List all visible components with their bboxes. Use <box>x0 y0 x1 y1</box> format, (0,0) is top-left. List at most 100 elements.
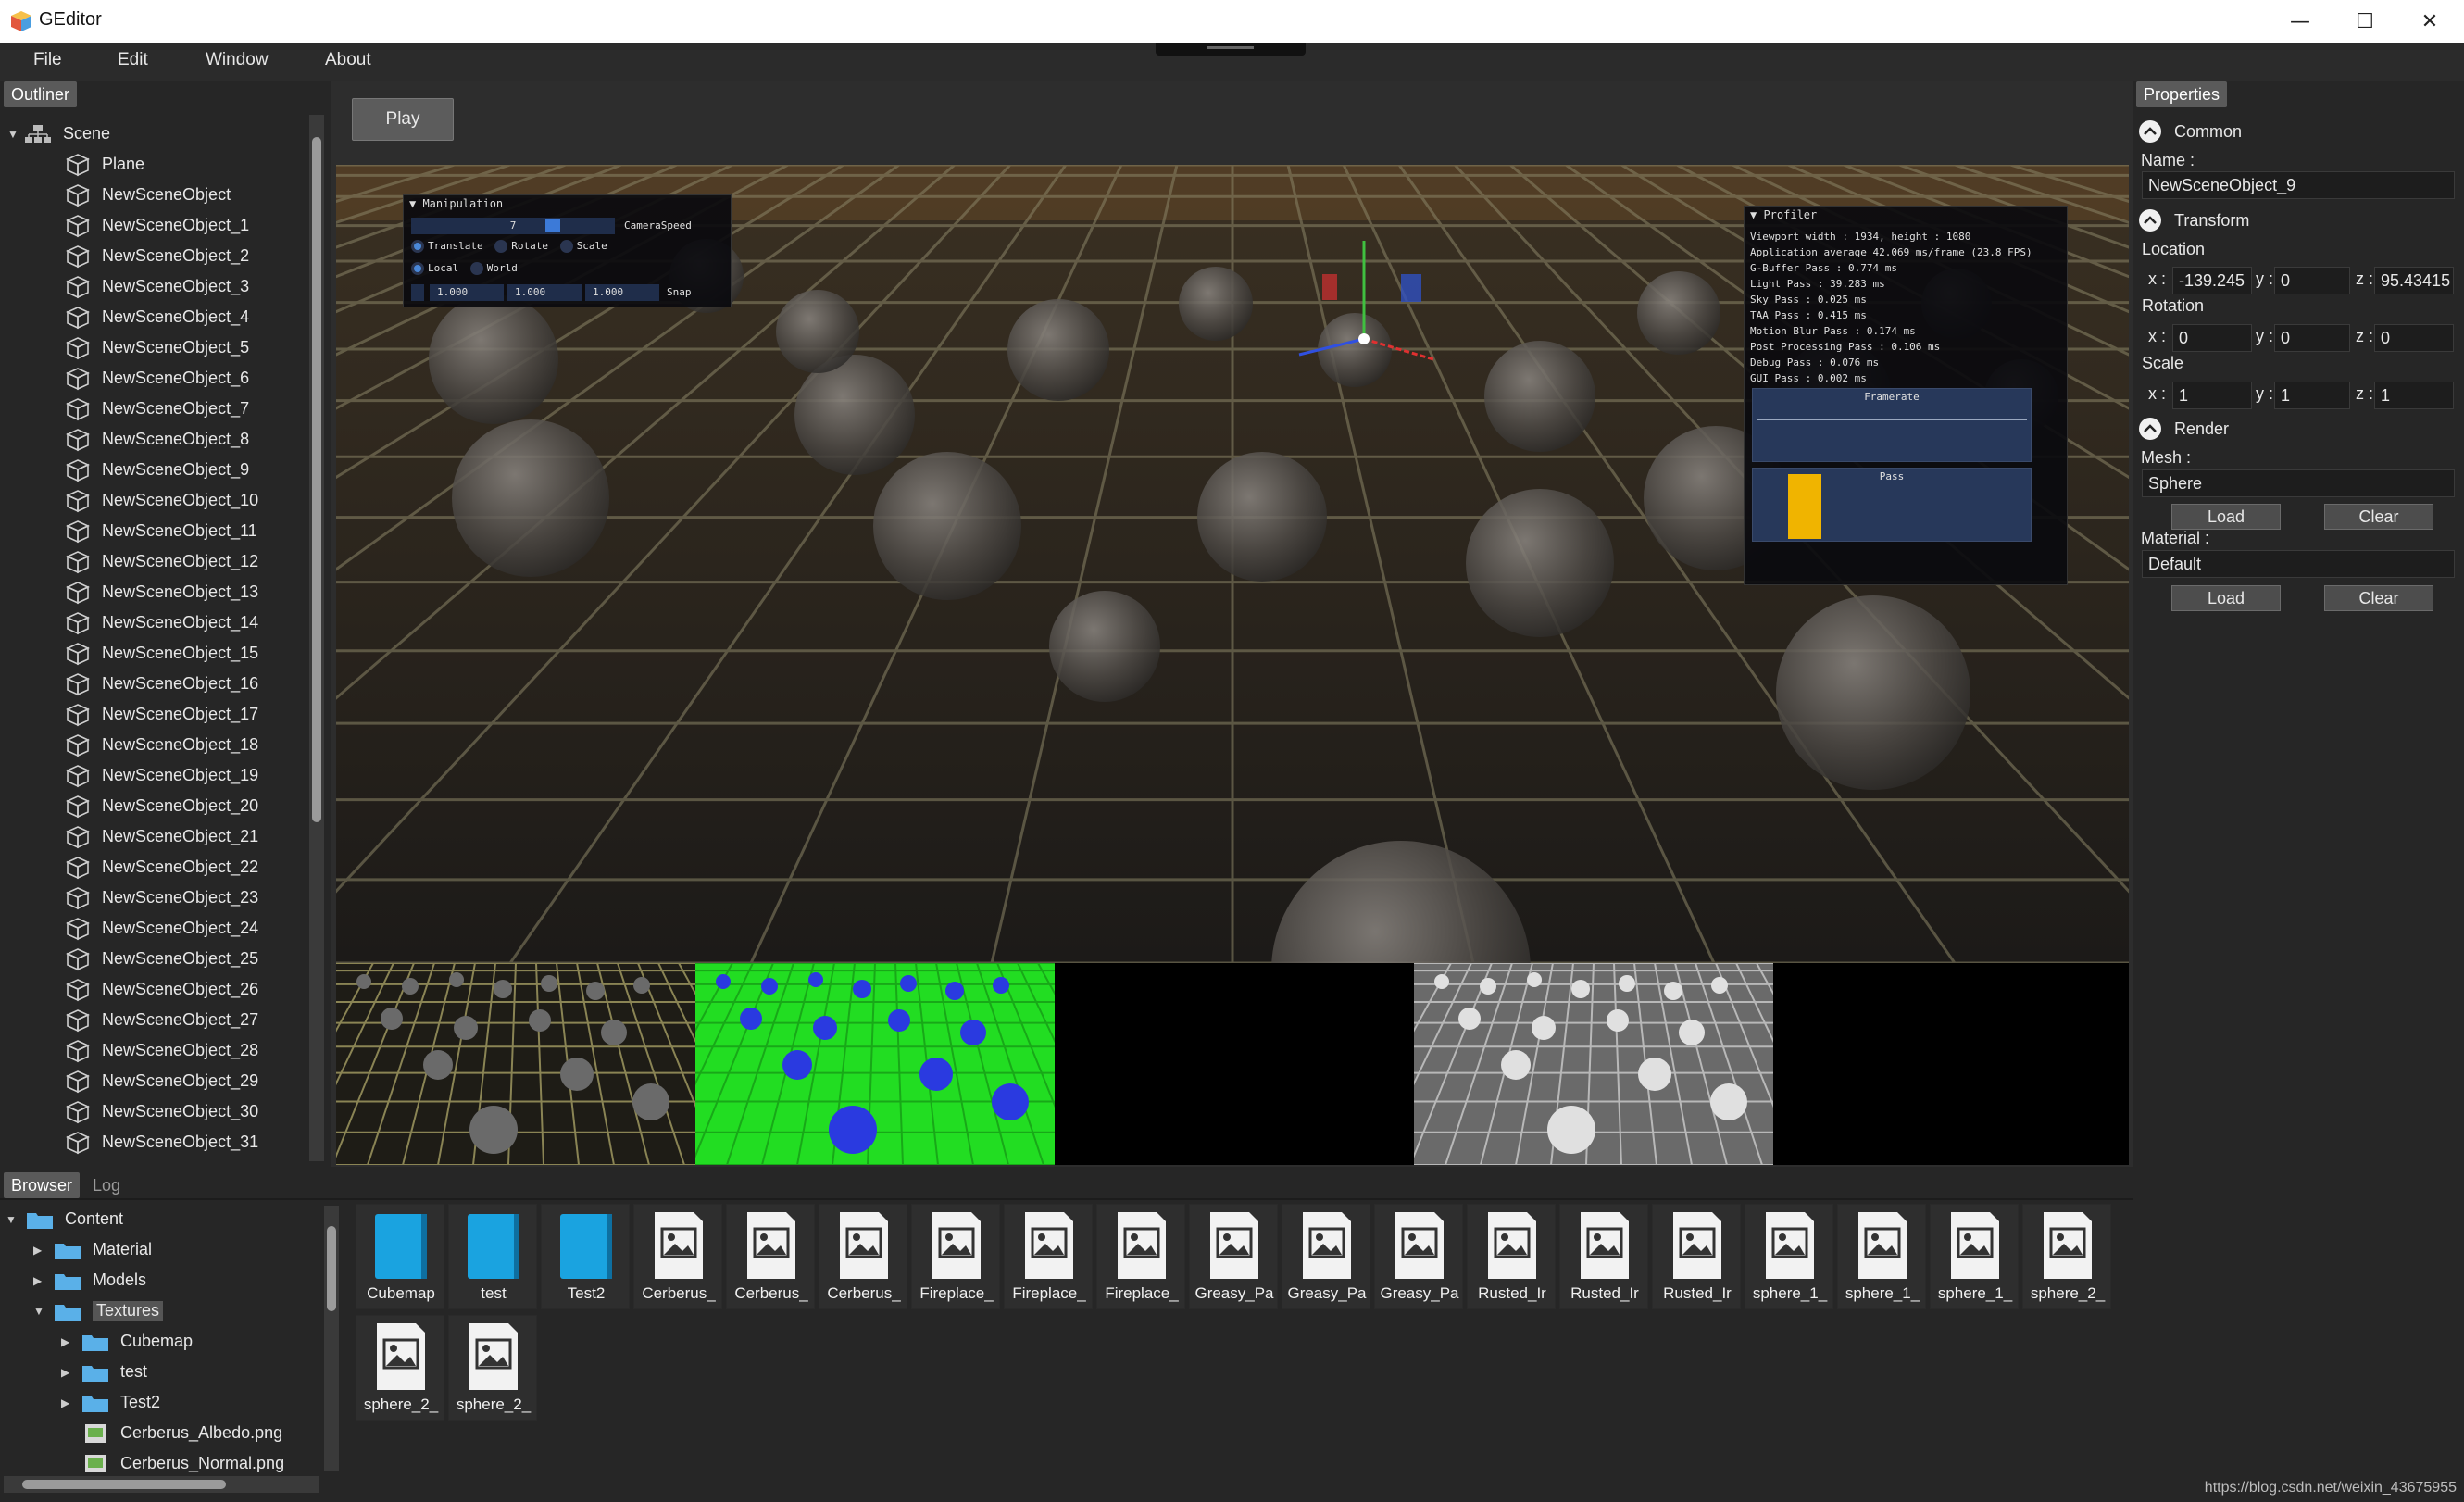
dock-grip-handle[interactable] <box>1156 43 1306 56</box>
asset-image-tile[interactable]: Fireplace_ <box>1096 1204 1185 1309</box>
content-tree-folder[interactable]: ▶ Test2 <box>61 1387 160 1418</box>
snap-checkbox[interactable] <box>411 284 424 301</box>
outliner-item[interactable]: NewSceneObject_12 <box>7 546 304 577</box>
asset-image-tile[interactable]: sphere_2_ <box>2022 1204 2111 1309</box>
outliner-item[interactable]: NewSceneObject_13 <box>7 577 304 607</box>
local-radio[interactable] <box>411 262 424 275</box>
content-tree-scrollbar[interactable] <box>324 1206 339 1471</box>
content-tree-folder[interactable]: ▼ Content <box>6 1204 123 1234</box>
outliner-item[interactable]: NewSceneObject_17 <box>7 699 304 730</box>
asset-folder-tile[interactable]: Test2 <box>541 1204 630 1309</box>
outliner-item[interactable]: NewSceneObject_4 <box>7 302 304 332</box>
mesh-load-button[interactable]: Load <box>2171 504 2281 530</box>
asset-image-tile[interactable]: Fireplace_ <box>1004 1204 1093 1309</box>
outliner-item[interactable]: NewSceneObject_18 <box>7 730 304 760</box>
render-section-header[interactable]: Render <box>2139 418 2229 440</box>
outliner-item[interactable]: NewSceneObject_30 <box>7 1096 304 1127</box>
outliner-scroll-thumb[interactable] <box>312 137 321 822</box>
tree-arrow-icon[interactable]: ▶ <box>33 1274 54 1287</box>
chevron-up-icon[interactable] <box>2139 418 2161 440</box>
asset-image-tile[interactable]: Rusted_Ir <box>1467 1204 1556 1309</box>
snap-x-field[interactable]: 1.000 <box>430 284 504 301</box>
material-load-button[interactable]: Load <box>2171 585 2281 611</box>
close-button[interactable]: ✕ <box>2393 0 2464 43</box>
content-tree-folder[interactable]: ▶ Material <box>33 1234 152 1265</box>
name-field[interactable]: NewSceneObject_9 <box>2142 171 2455 199</box>
scale-y-field[interactable]: 1 <box>2274 382 2350 409</box>
material-clear-button[interactable]: Clear <box>2324 585 2433 611</box>
mesh-field[interactable]: Sphere <box>2142 469 2455 497</box>
outliner-item[interactable]: NewSceneObject_11 <box>7 516 304 546</box>
scale-z-field[interactable]: 1 <box>2374 382 2454 409</box>
tab-outliner[interactable]: Outliner <box>4 81 78 107</box>
asset-image-tile[interactable]: Fireplace_ <box>911 1204 1000 1309</box>
outliner-item[interactable]: Plane <box>7 149 304 180</box>
asset-image-tile[interactable]: Greasy_Pa <box>1374 1204 1463 1309</box>
scene-viewport[interactable]: ▼ Manipulation 7 CameraSpeed Translate R… <box>336 165 2129 963</box>
outliner-item[interactable]: NewSceneObject_26 <box>7 974 304 1005</box>
maximize-button[interactable]: ☐ <box>2328 0 2402 43</box>
tree-arrow-icon[interactable]: ▶ <box>61 1396 81 1409</box>
slider-grab[interactable] <box>545 219 560 232</box>
outliner-item[interactable]: NewSceneObject_24 <box>7 913 304 944</box>
chevron-up-icon[interactable] <box>2139 120 2161 143</box>
outliner-item[interactable]: NewSceneObject_31 <box>7 1127 304 1158</box>
collapse-arrow-icon[interactable]: ▼ <box>7 128 24 141</box>
outliner-item[interactable]: NewSceneObject_7 <box>7 394 304 424</box>
asset-image-tile[interactable]: Rusted_Ir <box>1559 1204 1648 1309</box>
world-radio[interactable] <box>469 262 483 275</box>
outliner-item[interactable]: NewSceneObject_1 <box>7 210 304 241</box>
outliner-item[interactable]: NewSceneObject_23 <box>7 882 304 913</box>
chevron-up-icon[interactable] <box>2139 209 2161 232</box>
outliner-item[interactable]: NewSceneObject_14 <box>7 607 304 638</box>
camera-speed-slider[interactable]: 7 <box>411 218 615 234</box>
tab-properties[interactable]: Properties <box>2136 81 2228 107</box>
mesh-clear-button[interactable]: Clear <box>2324 504 2433 530</box>
outliner-item[interactable]: NewSceneObject_19 <box>7 760 304 791</box>
tree-arrow-icon[interactable]: ▶ <box>61 1335 81 1348</box>
tree-arrow-icon[interactable]: ▼ <box>33 1305 54 1318</box>
menu-edit[interactable]: Edit <box>118 50 148 70</box>
outliner-item[interactable]: NewSceneObject_9 <box>7 455 304 485</box>
outliner-item[interactable]: NewSceneObject_10 <box>7 485 304 516</box>
asset-image-tile[interactable]: Cerberus_ <box>633 1204 722 1309</box>
outliner-item[interactable]: NewSceneObject_15 <box>7 638 304 669</box>
outliner-item[interactable]: NewSceneObject_20 <box>7 791 304 821</box>
asset-image-tile[interactable]: sphere_2_ <box>448 1315 537 1421</box>
content-tree-folder[interactable]: ▶ Cubemap <box>61 1326 193 1357</box>
asset-image-tile[interactable]: Greasy_Pa <box>1189 1204 1278 1309</box>
scale-x-field[interactable]: 1 <box>2172 382 2252 409</box>
tree-arrow-icon[interactable]: ▶ <box>33 1244 54 1257</box>
play-button[interactable]: Play <box>352 98 454 141</box>
menu-window[interactable]: Window <box>206 50 269 70</box>
rotation-z-field[interactable]: 0 <box>2374 324 2454 352</box>
scale-radio[interactable] <box>559 240 573 253</box>
tab-log[interactable]: Log <box>85 1172 128 1198</box>
outliner-item[interactable]: NewSceneObject_27 <box>7 1005 304 1035</box>
location-z-field[interactable]: 95.43415 <box>2374 267 2454 294</box>
outliner-item[interactable]: NewSceneObject_29 <box>7 1066 304 1096</box>
outliner-item[interactable]: NewSceneObject <box>7 180 304 210</box>
menu-about[interactable]: About <box>325 50 371 70</box>
rotation-x-field[interactable]: 0 <box>2172 324 2252 352</box>
transform-section-header[interactable]: Transform <box>2139 209 2249 232</box>
tree-arrow-icon[interactable]: ▶ <box>61 1366 81 1379</box>
outliner-item[interactable]: NewSceneObject_21 <box>7 821 304 852</box>
content-tree-hscroll-thumb[interactable] <box>22 1480 226 1489</box>
snap-y-field[interactable]: 1.000 <box>507 284 582 301</box>
rotate-radio[interactable] <box>494 240 508 253</box>
outliner-item[interactable]: NewSceneObject_22 <box>7 852 304 882</box>
rotation-y-field[interactable]: 0 <box>2274 324 2350 352</box>
asset-image-tile[interactable]: sphere_2_ <box>356 1315 444 1421</box>
asset-image-tile[interactable]: Cerberus_ <box>726 1204 815 1309</box>
common-section-header[interactable]: Common <box>2139 120 2242 143</box>
snap-z-field[interactable]: 1.000 <box>585 284 659 301</box>
location-x-field[interactable]: -139.245 <box>2172 267 2252 294</box>
outliner-item[interactable]: NewSceneObject_2 <box>7 241 304 271</box>
outliner-item[interactable]: NewSceneObject_28 <box>7 1035 304 1066</box>
content-tree-scroll-thumb[interactable] <box>327 1226 336 1311</box>
asset-folder-tile[interactable]: test <box>448 1204 537 1309</box>
outliner-item[interactable]: NewSceneObject_3 <box>7 271 304 302</box>
outliner-item[interactable]: NewSceneObject_8 <box>7 424 304 455</box>
asset-folder-tile[interactable]: Cubemap <box>356 1204 444 1309</box>
